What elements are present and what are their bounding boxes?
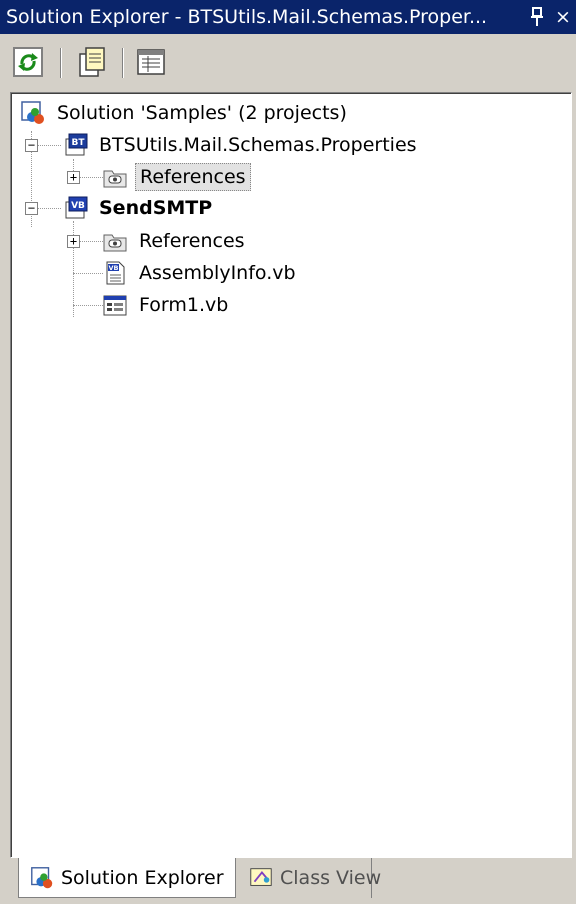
properties-icon [137, 49, 165, 75]
references-icon [103, 170, 127, 188]
vb-file-icon: VB [106, 261, 125, 285]
collapse-toggle[interactable]: − [25, 202, 38, 215]
form-icon [103, 295, 127, 316]
class-view-icon [250, 868, 272, 886]
close-icon[interactable]: × [552, 0, 574, 34]
collapse-toggle[interactable]: − [25, 139, 38, 152]
expand-toggle[interactable]: + [67, 171, 80, 184]
title-bar[interactable]: Solution Explorer - BTSUtils.Mail.Schema… [0, 0, 576, 34]
solution-explorer-window: Solution Explorer - BTSUtils.Mail.Schema… [0, 0, 576, 904]
tab-solution-explorer[interactable]: Solution Explorer [18, 858, 236, 898]
tree-connector [73, 273, 103, 274]
refresh-button[interactable] [8, 42, 48, 82]
tab-class-view[interactable]: Class View [248, 858, 381, 898]
tree-item-project-sendsmtp[interactable]: VB SendSMTP [61, 194, 216, 222]
refresh-icon [13, 47, 43, 77]
tree-item-form1[interactable]: Form1.vb [101, 291, 232, 319]
tree-item-assemblyinfo[interactable]: VB AssemblyInfo.vb [101, 259, 300, 287]
tree-connector [73, 305, 103, 306]
tree-item-label: BTSUtils.Mail.Schemas.Properties [99, 134, 417, 156]
expand-toggle[interactable]: + [67, 235, 80, 248]
tree-item-references[interactable]: References [101, 227, 249, 255]
toolbar [0, 34, 576, 90]
tree-item-label: Form1.vb [139, 294, 229, 316]
tab-label: Solution Explorer [61, 866, 224, 889]
toolbar-separator [122, 48, 124, 78]
solution-icon [31, 866, 53, 888]
window-title: Solution Explorer - BTSUtils.Mail.Schema… [6, 6, 488, 28]
tree-item-label: SendSMTP [99, 197, 213, 219]
solution-icon [21, 101, 44, 124]
tree-item-label: Solution 'Samples' (2 projects) [57, 102, 347, 124]
show-all-files-button[interactable] [72, 42, 112, 82]
tab-label: Class View [280, 867, 382, 889]
tool-window-tabs: Solution Explorer Class View [0, 858, 576, 904]
pin-icon[interactable] [526, 0, 548, 34]
toolbar-separator [60, 48, 62, 78]
show-all-files-icon [79, 47, 105, 77]
solution-tree[interactable]: − + − + Solution 'Samples' (2 projects) … [10, 92, 572, 858]
references-icon [103, 234, 127, 252]
tree-item-project-btsutils[interactable]: BT BTSUtils.Mail.Schemas.Properties [61, 131, 421, 159]
tree-item-label: References [139, 230, 245, 252]
biztalk-project-icon: BT [65, 133, 88, 156]
svg-text:VB: VB [109, 264, 119, 272]
tree-item-solution[interactable]: Solution 'Samples' (2 projects) [19, 99, 351, 127]
vb-project-icon: VB [65, 196, 88, 219]
tree-item-references[interactable]: References [101, 163, 251, 191]
tree-item-label: References [135, 163, 251, 191]
svg-text:BT: BT [72, 138, 86, 148]
tree-item-label: AssemblyInfo.vb [139, 262, 296, 284]
properties-button[interactable] [132, 42, 172, 82]
svg-text:VB: VB [71, 201, 85, 211]
